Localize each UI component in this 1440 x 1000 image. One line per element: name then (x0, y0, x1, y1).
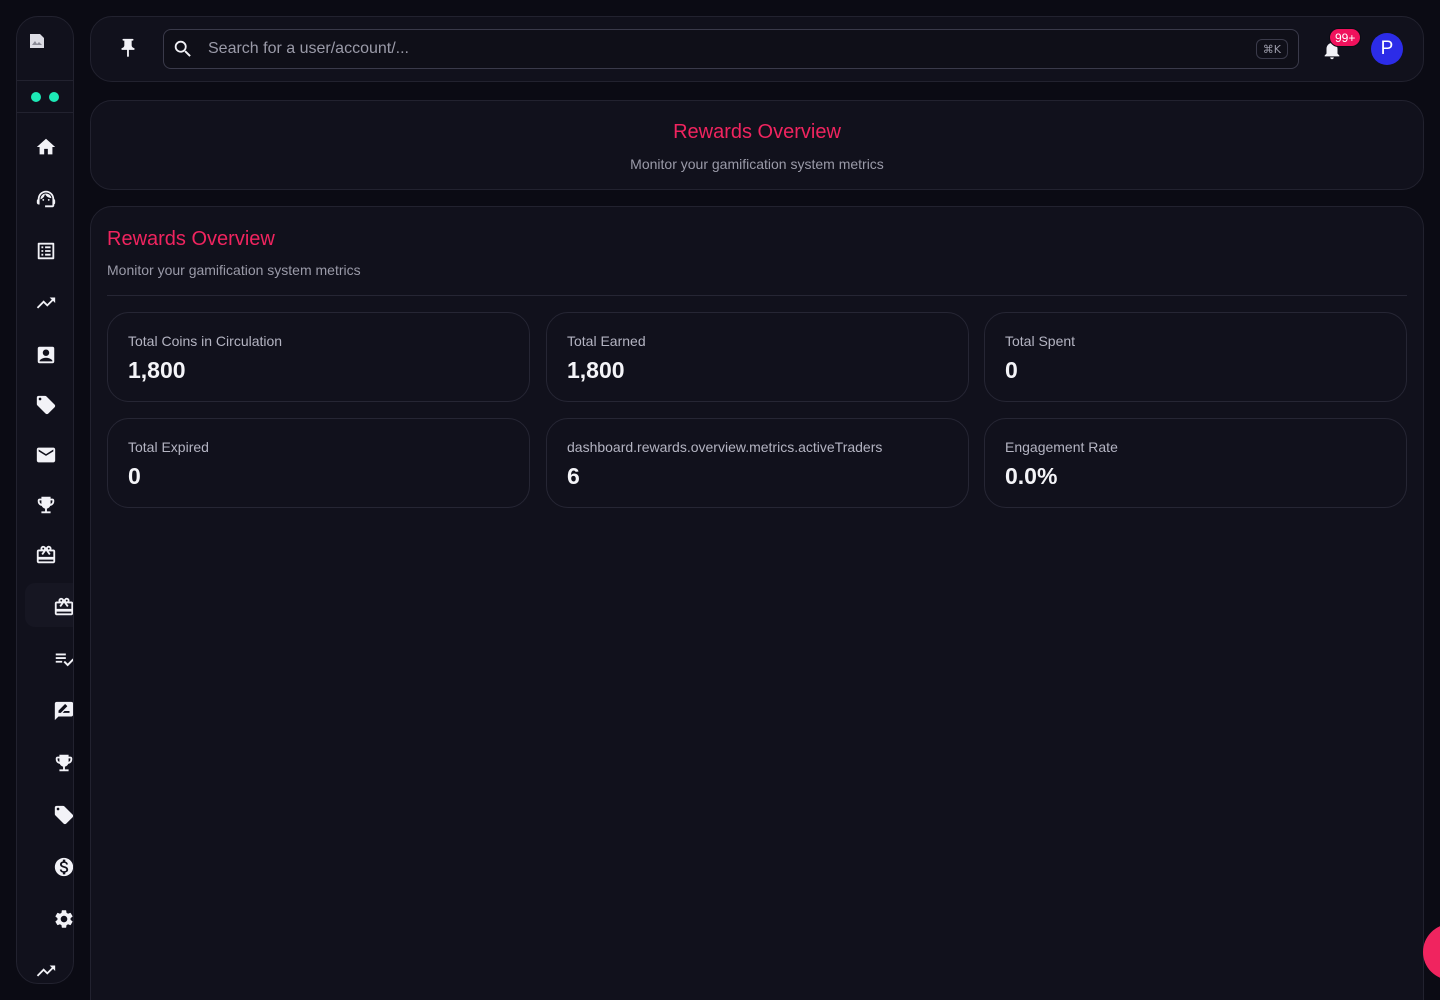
trophy-icon (55, 754, 73, 772)
floating-action-button[interactable] (1423, 924, 1440, 980)
nav-rewards[interactable] (34, 543, 58, 567)
nav-mail[interactable] (34, 443, 58, 467)
status-dot (31, 91, 41, 102)
metric-value: 1,800 (128, 357, 186, 383)
nav-tags[interactable] (34, 393, 58, 417)
tag-icon (54, 805, 73, 825)
nav-trophy[interactable] (34, 493, 58, 517)
metric-label: Total Earned (567, 333, 646, 349)
nav-trends[interactable] (34, 959, 58, 983)
playlist-check-icon (55, 653, 73, 667)
redeem-icon (36, 545, 56, 564)
settings-icon (55, 910, 73, 928)
nav-settings[interactable] (52, 907, 73, 931)
metric-value: 0.0% (1005, 463, 1058, 489)
panel-subtitle: Monitor your gamification system metrics (107, 262, 361, 278)
metric-card: Total Expired 0 (107, 418, 530, 508)
metric-card: Total Spent 0 (984, 312, 1407, 402)
metric-card: dashboard.rewards.overview.metrics.activ… (546, 418, 969, 508)
metric-label: Engagement Rate (1005, 439, 1118, 455)
dollar-icon (54, 857, 73, 877)
rewards-overview-panel: Rewards Overview Monitor your gamificati… (90, 206, 1424, 1000)
status-dot (49, 91, 59, 102)
redeem-icon (54, 597, 73, 616)
contact-card-icon (37, 346, 55, 364)
panel-title: Rewards Overview (107, 228, 275, 250)
search-box: ⌘K (163, 29, 1299, 69)
mail-icon (36, 447, 56, 463)
metric-card: Total Coins in Circulation 1,800 (107, 312, 530, 402)
search-input[interactable] (208, 30, 1248, 68)
tag-icon (36, 395, 56, 415)
nav-home[interactable] (34, 135, 58, 159)
notification-count-badge: 99+ (1329, 28, 1362, 47)
metric-label: Total Expired (128, 439, 209, 455)
metric-label: Total Coins in Circulation (128, 333, 283, 349)
nav-rewards-active[interactable] (52, 595, 73, 619)
page-subtitle: Monitor your gamification system metrics (630, 156, 884, 172)
top-bar: ⌘K 99+ P (90, 16, 1424, 82)
broken-image-icon (30, 34, 44, 48)
status-dots (17, 81, 73, 113)
page-title: Rewards Overview (673, 121, 841, 143)
nav-tasks[interactable] (52, 647, 73, 671)
search-shortcut-hint: ⌘K (1255, 39, 1288, 59)
metric-label: Total Spent (1005, 333, 1076, 349)
trending-up-icon (36, 965, 56, 977)
metric-value: 6 (567, 463, 580, 489)
page-header-card: Rewards Overview Monitor your gamificati… (90, 100, 1424, 190)
logo[interactable] (17, 17, 73, 81)
list-alt-icon (37, 242, 55, 260)
metric-value: 1,800 (567, 357, 625, 383)
nav-reviews[interactable] (52, 699, 73, 723)
nav-analytics[interactable] (34, 291, 58, 315)
metric-value: 0 (128, 463, 141, 489)
home-icon (36, 138, 56, 155)
sidebar (16, 16, 74, 984)
support-agent-icon (36, 190, 56, 208)
trending-up-icon (36, 297, 56, 309)
pin-icon (121, 38, 135, 58)
avatar[interactable]: P (1371, 33, 1403, 65)
nav-achievements[interactable] (52, 751, 73, 775)
metric-label: dashboard.rewards.overview.metrics.activ… (567, 439, 883, 455)
metric-card: Engagement Rate 0.0% (984, 418, 1407, 508)
search-icon (172, 38, 194, 60)
pin-button[interactable] (117, 37, 141, 61)
metric-card: Total Earned 1,800 (546, 312, 969, 402)
nav-payments[interactable] (52, 855, 73, 879)
divider (107, 295, 1407, 296)
nav-contacts[interactable] (34, 343, 58, 367)
nav-list[interactable] (34, 239, 58, 263)
trophy-icon (37, 496, 55, 514)
nav-offers[interactable] (52, 803, 73, 827)
nav-support[interactable] (34, 187, 58, 211)
rate-review-icon (54, 701, 73, 721)
metric-value: 0 (1005, 357, 1018, 383)
